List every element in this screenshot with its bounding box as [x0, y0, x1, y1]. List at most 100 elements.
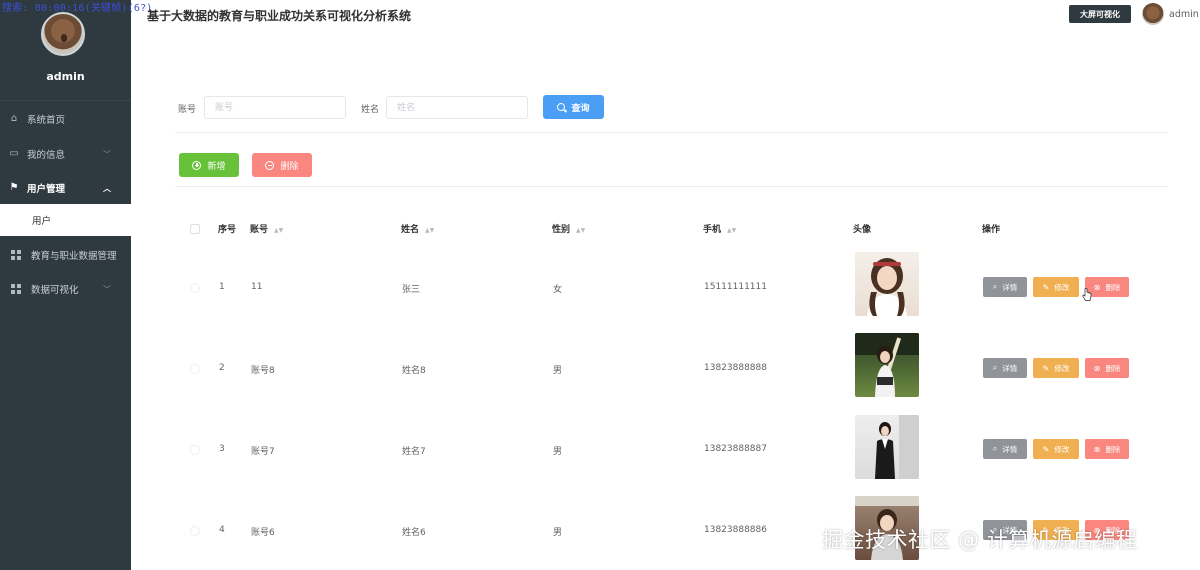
query-button[interactable]: 查询: [543, 95, 604, 119]
edit-button[interactable]: ✎ 修改: [1033, 358, 1079, 378]
sort-icon[interactable]: ▲▼: [576, 227, 585, 234]
delete-label: 删除: [1105, 282, 1121, 292]
query-button-label: 查询: [571, 103, 590, 114]
close-circle-icon: ⊗: [1093, 444, 1101, 454]
divider: [175, 132, 1168, 133]
row-gender: 男: [553, 528, 563, 538]
row-phone: 13823888887: [704, 444, 767, 454]
sort-icon[interactable]: ▲▼: [727, 227, 736, 234]
home-icon: ⌂: [10, 113, 18, 124]
detail-button[interactable]: ⌕ 详情: [983, 439, 1027, 459]
column-header-actions: 操作: [982, 225, 1001, 235]
row-checkbox[interactable]: [190, 364, 200, 374]
detail-button[interactable]: ⌕ 详情: [983, 277, 1027, 297]
detail-button[interactable]: ⌕ 详情: [983, 358, 1027, 378]
row-phone: 15111111111: [704, 282, 767, 292]
profile-icon: ▭: [9, 148, 19, 159]
name-search-input[interactable]: [386, 96, 528, 119]
pencil-icon: ✎: [1042, 282, 1050, 292]
edit-button[interactable]: ✎ 修改: [1033, 439, 1079, 459]
edit-label: 修改: [1054, 363, 1070, 373]
column-header-name[interactable]: 姓名 ▲▼: [401, 222, 434, 235]
big-screen-button[interactable]: 大屏可视化: [1069, 5, 1131, 23]
sidebar-item-label: 我的信息: [27, 150, 66, 161]
row-account: 11: [251, 282, 263, 292]
sidebar-subitem-user[interactable]: 用户: [0, 204, 131, 236]
search-icon: ⌕: [992, 282, 998, 291]
batch-delete-button[interactable]: 删除: [252, 153, 312, 177]
row-gender: 女: [553, 285, 563, 295]
column-header-index: 序号: [218, 225, 237, 235]
chevron-up-icon: ︿: [103, 184, 111, 193]
search-icon: [557, 103, 566, 111]
row-index: 3: [219, 444, 225, 454]
detail-label: 详情: [1002, 444, 1018, 454]
add-button[interactable]: 新增: [179, 153, 239, 177]
header-username[interactable]: admin: [1169, 9, 1199, 20]
row-index: 1: [219, 282, 225, 292]
search-icon: ⌕: [992, 363, 998, 372]
delete-button-label: 删除: [280, 161, 299, 172]
close-circle-icon: ⊗: [1093, 363, 1101, 373]
row-avatar-image[interactable]: [855, 415, 919, 479]
sidebar-item-my-info[interactable]: ▭ 我的信息 ﹀: [0, 138, 131, 170]
column-header-label: 性别: [552, 225, 571, 235]
delete-button[interactable]: ⊗ 删除: [1085, 439, 1129, 459]
select-all-checkbox[interactable]: [190, 224, 200, 234]
minus-circle-icon: [265, 160, 275, 170]
pencil-icon: ✎: [1042, 444, 1050, 454]
close-circle-icon: ⊗: [1093, 282, 1101, 292]
sidebar: 搜索: 00:00:16(关键帧)(6?) admin ⌂ 系统首页 ▭ 我的信…: [0, 0, 152, 570]
avatar[interactable]: [1142, 3, 1164, 25]
row-name: 姓名7: [402, 447, 426, 457]
sidebar-item-home[interactable]: ⌂ 系统首页: [0, 103, 131, 135]
plus-circle-icon: [192, 160, 202, 170]
column-header-gender[interactable]: 性别 ▲▼: [552, 222, 585, 235]
app-root: 搜索: 00:00:16(关键帧)(6?) admin ⌂ 系统首页 ▭ 我的信…: [0, 0, 1200, 570]
grid-icon: [11, 250, 21, 260]
row-index: 4: [219, 525, 225, 535]
detail-label: 详情: [1002, 363, 1018, 373]
row-name: 姓名6: [402, 528, 426, 538]
edit-button[interactable]: ✎ 修改: [1033, 277, 1079, 297]
add-button-label: 新增: [207, 161, 226, 172]
row-name: 张三: [402, 285, 421, 295]
sidebar-item-data-visualization[interactable]: 数据可视化 ﹀: [0, 273, 131, 305]
row-index: 2: [219, 363, 225, 373]
column-header-account[interactable]: 账号 ▲▼: [250, 222, 283, 235]
flag-icon: ⚑: [9, 182, 19, 193]
search-icon: ⌕: [992, 444, 998, 453]
name-label: 姓名: [361, 105, 380, 115]
row-checkbox[interactable]: [190, 283, 200, 293]
sort-icon[interactable]: ▲▼: [274, 227, 283, 234]
edit-label: 修改: [1054, 282, 1070, 292]
account-search-input[interactable]: [204, 96, 346, 119]
sort-icon[interactable]: ▲▼: [425, 227, 434, 234]
row-avatar-image[interactable]: [855, 252, 919, 316]
sidebar-item-edu-career-data[interactable]: 教育与职业数据管理: [0, 239, 131, 271]
column-header-label: 姓名: [401, 225, 420, 235]
row-checkbox[interactable]: [190, 526, 200, 536]
chevron-down-icon: ﹀: [103, 285, 111, 294]
watermark: 掘金技术社区 @ 计算机源启编程: [822, 528, 1138, 552]
row-account: 账号7: [251, 447, 275, 457]
sidebar-item-user-management[interactable]: ⚑ 用户管理 ︿: [0, 172, 131, 204]
edit-label: 修改: [1054, 444, 1070, 454]
sidebar-item-label: 教育与职业数据管理: [31, 251, 117, 262]
account-label: 账号: [178, 105, 197, 115]
column-header-phone[interactable]: 手机 ▲▼: [703, 222, 736, 235]
page-title: 基于大数据的教育与职业成功关系可视化分析系统: [147, 9, 412, 23]
row-checkbox[interactable]: [190, 445, 200, 455]
sidebar-divider: [0, 100, 131, 101]
row-avatar-image[interactable]: [855, 333, 919, 397]
grid-icon: [11, 284, 21, 294]
delete-label: 删除: [1105, 363, 1121, 373]
divider: [175, 186, 1168, 187]
sidebar-item-label: 用户管理: [27, 184, 66, 195]
pencil-icon: ✎: [1042, 363, 1050, 373]
sidebar-avatar[interactable]: [41, 12, 85, 56]
row-account: 账号6: [251, 528, 275, 538]
row-account: 账号8: [251, 366, 275, 376]
delete-button[interactable]: ⊗ 删除: [1085, 358, 1129, 378]
column-header-label: 手机: [703, 225, 722, 235]
